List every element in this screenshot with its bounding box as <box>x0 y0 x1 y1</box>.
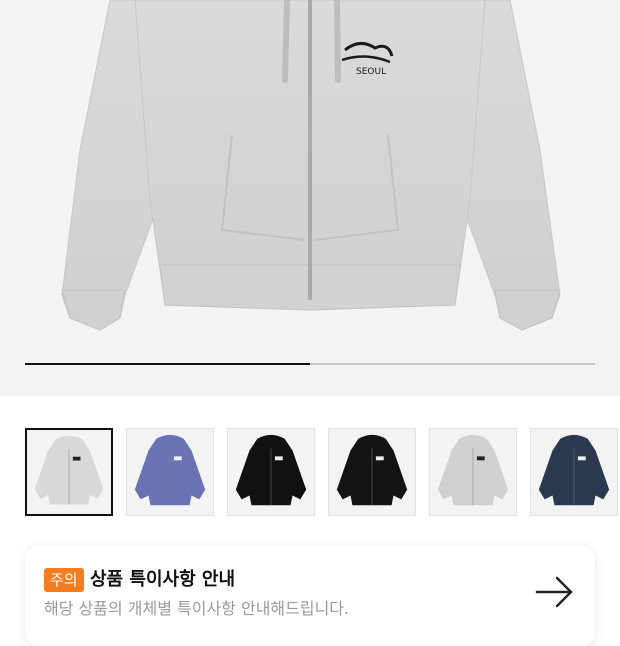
thumbnail-hoodie-image <box>336 434 408 506</box>
notice-subtitle: 해당 상품의 개체별 특이사항 안내해드립니다. <box>44 599 350 618</box>
hoodie-image: SEOUL <box>61 0 561 331</box>
product-image[interactable]: SEOUL <box>0 0 620 396</box>
thumbnail-grey[interactable] <box>429 428 517 516</box>
arrow-right-icon[interactable] <box>535 575 575 609</box>
thumbnail-hoodie-image <box>134 434 206 506</box>
thumbnail-navy[interactable] <box>530 428 618 516</box>
thumbnail-black[interactable] <box>227 428 315 516</box>
notice-card[interactable]: 주의 상품 특이사항 안내 해당 상품의 개체별 특이사항 안내해드립니다. <box>25 546 595 646</box>
warning-badge: 주의 <box>44 568 84 592</box>
thumbnail-black-2[interactable] <box>328 428 416 516</box>
carousel-progress <box>25 363 595 365</box>
thumbnail-hoodie-image <box>538 434 610 506</box>
notice-title: 상품 특이사항 안내 <box>90 569 236 590</box>
carousel-progress-fill <box>25 363 310 365</box>
thumbnail-heather-grey[interactable] <box>25 428 113 516</box>
logo-seoul-text: SEOUL <box>356 67 386 77</box>
thumbnail-hoodie-image <box>235 434 307 506</box>
thumbnail-hoodie-image <box>34 435 104 505</box>
thumbnail-strip <box>25 428 620 518</box>
thumbnail-hoodie-image <box>437 434 509 506</box>
thumbnail-slate-blue[interactable] <box>126 428 214 516</box>
